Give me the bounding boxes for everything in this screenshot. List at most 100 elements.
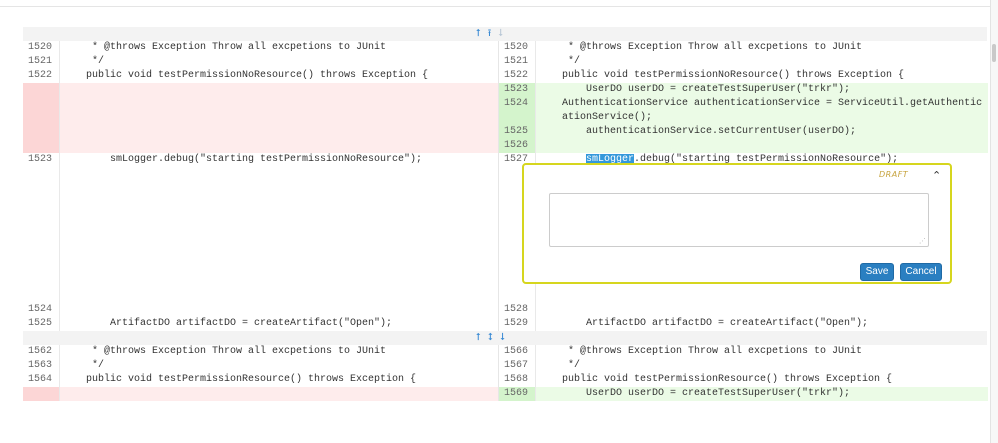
expand-up-icon[interactable]: ⭡ [476,331,481,345]
right-pane-line: 1568 public void testPermissionResource()… [498,373,988,387]
diff-row: 1563 */ 1567 */ [23,359,987,373]
right-line-number: 1525 [499,125,536,139]
diff-row: 1523 UserDO userDO = createTestSuperUser… [23,83,988,97]
left-code: */ [86,360,105,371]
right-line-number: 1569 [499,387,536,401]
right-line-number: 1521 [499,55,536,69]
right-code: UserDO userDO = createTestSuperUser("trk… [536,387,988,401]
left-pane-line: 1525 ArtifactDO artifactDO = createArtif… [23,317,498,331]
right-line-number: 1526 [499,139,536,153]
right-pane-line: 1522 public void testPermissionNoResource… [498,69,988,83]
diff-row: 1525 ArtifactDO artifactDO = createArtif… [23,317,987,331]
left-pane-line: 1520 * @throws Exception Throw all excpe… [23,41,498,55]
left-line-number [23,125,60,139]
left-line-number: 1520 [23,41,60,55]
expand-context-bar: ⭡ ⭱ ⭣ [23,27,987,41]
left-line-number: 1524 [23,303,60,317]
resize-handle-icon[interactable]: ⋰ [919,237,926,245]
diff-row: 1524 AuthenticationService authenticatio… [23,97,988,125]
left-code: smLogger.debug("starting testPermissionN… [86,154,423,165]
left-line-number [23,83,60,97]
right-line-number: 1529 [499,317,536,331]
left-pane-line: 1523 smLogger.debug("starting testPermis… [23,153,498,303]
right-pane-line: 1528 [498,303,988,317]
left-line-number: 1562 [23,345,60,359]
right-code: authenticationService.setCurrentUser(use… [536,125,988,139]
left-code [60,97,498,125]
left-code: public void testPermissionNoResource() t… [86,70,429,81]
right-code [536,139,988,153]
right-line-number: 1524 [499,97,536,125]
right-pane-line: 1521 */ [498,55,988,69]
left-code [60,387,498,401]
expand-down-icon[interactable]: ⭣ [500,331,505,345]
left-pane-line: 1564 public void testPermissionResource()… [23,373,498,387]
vertical-scrollbar[interactable] [990,0,998,443]
right-pane-line: 1523 UserDO userDO = createTestSuperUser… [498,83,988,97]
diff-row: 1520 * @throws Exception Throw all excpe… [23,41,987,55]
diff-row: 1562 * @throws Exception Throw all excpe… [23,345,987,359]
left-pane-line [23,387,498,401]
right-pane-line: 1569 UserDO userDO = createTestSuperUser… [498,387,988,401]
right-pane-line: 1524 AuthenticationService authenticatio… [498,97,988,125]
expand-all-icon[interactable]: ⭱ [488,27,492,41]
right-code: AuthenticationService authenticationServ… [536,97,988,125]
left-line-number: 1523 [23,153,60,303]
diff-row: 1522 public void testPermissionNoResource… [23,69,987,83]
expand-arrows: ⭡ ⭥ ⭣ [476,331,505,345]
right-line-number: 1567 [499,359,536,373]
left-code [60,139,498,153]
left-code: */ [86,56,105,67]
diff-row: 1521 */1521 */ [23,55,987,69]
expand-down-icon[interactable]: ⭣ [498,27,503,41]
right-pane-line: 1529 ArtifactDO artifactDO = createArtif… [498,317,988,331]
right-code: */ [562,360,581,371]
left-code: * @throws Exception Throw all excpetions… [86,42,387,53]
save-button[interactable]: Save [860,263,894,281]
diff-row: 1524 1528 [23,303,987,317]
collapse-chevron-icon[interactable]: ⌃ [932,169,941,182]
top-divider [0,6,990,7]
diff-row: 1569 UserDO userDO = createTestSuperUser… [23,387,988,401]
inline-comment-editor: DRAFT ⌃ ⋰ Save Cancel [522,163,952,284]
left-code [60,125,498,139]
right-pane-line: 1520 * @throws Exception Throw all excpe… [498,41,988,55]
right-line-number: 1523 [499,83,536,97]
left-pane-line: 1524 [23,303,498,317]
left-code: * @throws Exception Throw all excpetions… [86,346,387,357]
right-code: * @throws Exception Throw all excpetions… [562,346,863,357]
left-code [60,303,498,317]
left-code [60,83,498,97]
right-code: public void testPermissionResource() thr… [562,374,893,385]
left-line-number: 1525 [23,317,60,331]
left-line-number: 1521 [23,55,60,69]
right-code: */ [562,56,581,67]
diff-row: 1525 authenticationService.setCurrentUse… [23,125,988,139]
diff-row: 1564 public void testPermissionResource()… [23,373,987,387]
left-code: public void testPermissionResource() thr… [86,374,417,385]
left-line-number [23,387,60,401]
left-line-number [23,139,60,153]
left-code: ArtifactDO artifactDO = createArtifact("… [86,318,393,329]
left-line-number: 1522 [23,69,60,83]
diff-row: 1526 [23,139,988,153]
right-code [536,303,988,317]
scrollbar-thumb[interactable] [992,44,996,62]
cancel-button[interactable]: Cancel [900,263,942,281]
expand-up-icon[interactable]: ⭡ [476,27,481,41]
right-code: * @throws Exception Throw all excpetions… [562,42,863,53]
right-pane-line: 1566 * @throws Exception Throw all excpe… [498,345,988,359]
comment-textarea[interactable]: ⋰ [549,193,929,247]
right-code: UserDO userDO = createTestSuperUser("trk… [536,83,988,97]
left-line-number: 1563 [23,359,60,373]
expand-context-bar: ⭡ ⭥ ⭣ [23,331,987,345]
expand-all-icon[interactable]: ⭥ [488,331,493,345]
left-pane-line: 1562 * @throws Exception Throw all excpe… [23,345,498,359]
draft-badge: DRAFT [879,170,909,179]
left-pane-line: 1522 public void testPermissionNoResource… [23,69,498,83]
right-line-number: 1566 [499,345,536,359]
left-pane-line [23,83,498,97]
left-pane-line: 1521 */ [23,55,498,69]
left-pane-line [23,139,498,153]
right-line-number: 1522 [499,69,536,83]
